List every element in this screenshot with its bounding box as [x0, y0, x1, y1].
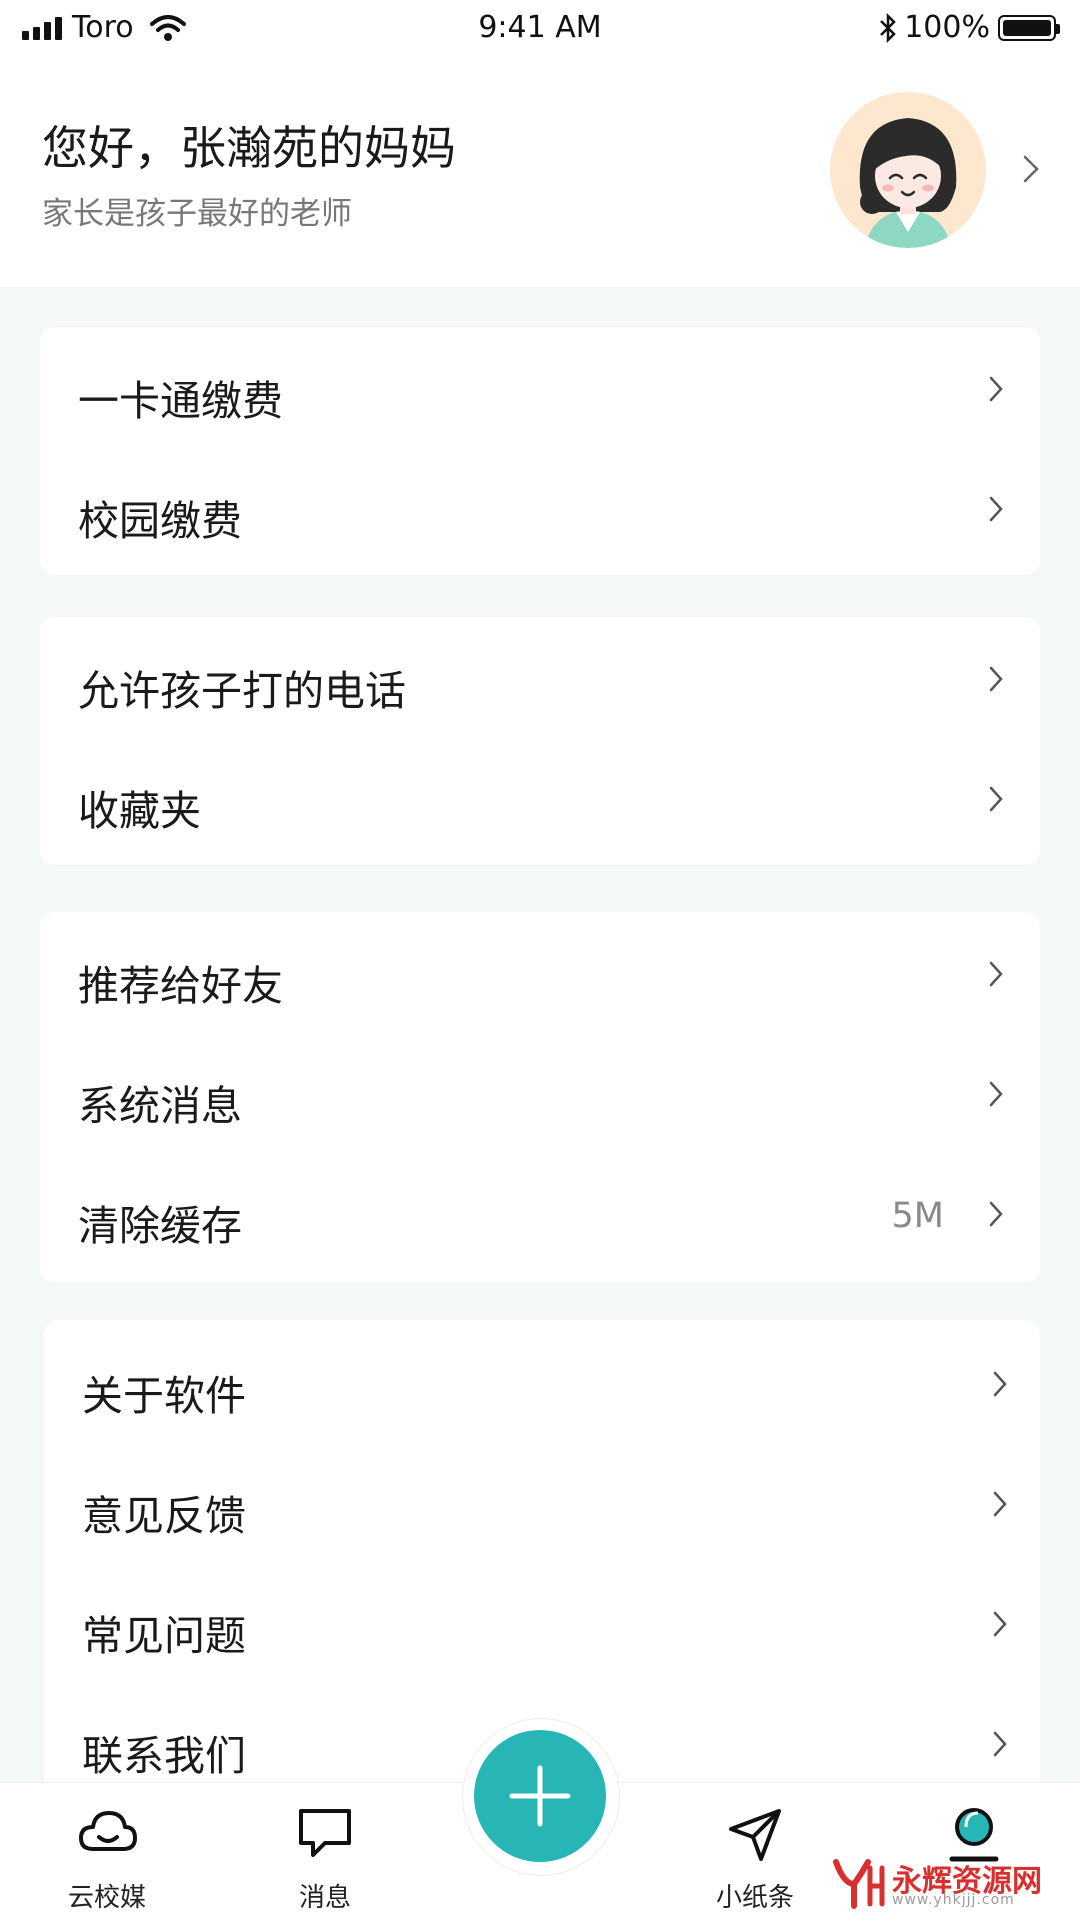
- menu-item-favorites[interactable]: 收藏夹: [40, 741, 1040, 861]
- menu-item-feedback[interactable]: 意见反馈: [44, 1446, 1044, 1566]
- battery-icon: [998, 14, 1060, 41]
- menu-item-system-messages[interactable]: 系统消息: [40, 1036, 1040, 1156]
- menu-item-about[interactable]: 关于软件: [44, 1326, 1044, 1446]
- menu-item-label: 常见问题: [82, 1612, 246, 1660]
- tab-label: 云校媒: [67, 1883, 146, 1913]
- menu-item-clear-cache[interactable]: 清除缓存 5M: [40, 1156, 1040, 1276]
- chevron-right-icon: [989, 1081, 1003, 1107]
- menu-item-label: 收藏夹: [78, 787, 201, 835]
- menu-item-label: 一卡通缴费: [78, 377, 283, 425]
- menu-item-campus-payment[interactable]: 校园缴费: [40, 451, 1040, 571]
- profile-header[interactable]: 您好，张瀚苑的妈妈 家长是孩子最好的老师: [0, 60, 1080, 287]
- menu-item-label: 关于软件: [82, 1372, 246, 1420]
- bluetooth-icon: [880, 12, 896, 43]
- menu-group-child: 允许孩子打的电话 收藏夹: [40, 617, 1040, 865]
- chevron-right-icon: [989, 666, 1003, 692]
- chevron-right-icon: [989, 786, 1003, 812]
- menu-item-recommend[interactable]: 推荐给好友: [40, 916, 1040, 1036]
- chevron-right-icon: [993, 1371, 1007, 1397]
- chevron-right-icon: [993, 1731, 1007, 1757]
- cache-size: 5M: [891, 1196, 944, 1236]
- tab-messages[interactable]: 消息: [255, 1783, 395, 1921]
- menu-item-faq[interactable]: 常见问题: [44, 1566, 1044, 1686]
- avatar[interactable]: [830, 92, 986, 248]
- chevron-right-icon: [993, 1491, 1007, 1517]
- greeting-subtitle: 家长是孩子最好的老师: [42, 196, 352, 232]
- add-button[interactable]: [474, 1730, 606, 1862]
- chevron-right-icon: [993, 1611, 1007, 1637]
- menu-item-card-payment[interactable]: 一卡通缴费: [40, 331, 1040, 451]
- menu-item-label: 联系我们: [82, 1732, 246, 1780]
- battery-percent: 100%: [904, 10, 990, 45]
- status-bar: Toro 9:41 AM 100%: [0, 0, 1080, 60]
- watermark-url: www.yhkjjj.com: [892, 1892, 1015, 1908]
- menu-item-label: 意见反馈: [82, 1492, 246, 1540]
- menu-group-payments: 一卡通缴费 校园缴费: [40, 327, 1040, 575]
- chevron-right-icon: [989, 1201, 1003, 1227]
- menu-item-label: 校园缴费: [78, 497, 242, 545]
- menu-item-label: 清除缓存: [78, 1202, 242, 1250]
- watermark-logo-icon: [833, 1859, 885, 1909]
- menu-group-system: 推荐给好友 系统消息 清除缓存 5M: [40, 912, 1040, 1282]
- menu-item-allowed-phones[interactable]: 允许孩子打的电话: [40, 621, 1040, 741]
- tab-label: 消息: [298, 1883, 351, 1913]
- watermark: 永辉资源网 www.yhkjjj.com: [830, 1852, 1070, 1912]
- chevron-right-icon: [989, 961, 1003, 987]
- tab-notes[interactable]: 小纸条: [685, 1783, 825, 1921]
- chevron-right-icon: [989, 496, 1003, 522]
- status-bar-right: 100%: [878, 10, 1060, 45]
- cloud-icon: [79, 1811, 137, 1851]
- plus-icon: [509, 1765, 571, 1827]
- chevron-right-icon: [989, 376, 1003, 402]
- tab-label: 小纸条: [715, 1883, 794, 1913]
- greeting-text: 您好，张瀚苑的妈妈: [42, 121, 456, 175]
- paper-plane-icon: [729, 1809, 781, 1861]
- menu-item-label: 允许孩子打的电话: [78, 667, 406, 715]
- chevron-right-icon: [1023, 155, 1039, 183]
- menu-item-label: 推荐给好友: [78, 962, 283, 1010]
- tab-cloud-media[interactable]: 云校媒: [37, 1783, 177, 1921]
- chat-bubble-icon: [299, 1809, 351, 1857]
- menu-item-label: 系统消息: [78, 1082, 242, 1130]
